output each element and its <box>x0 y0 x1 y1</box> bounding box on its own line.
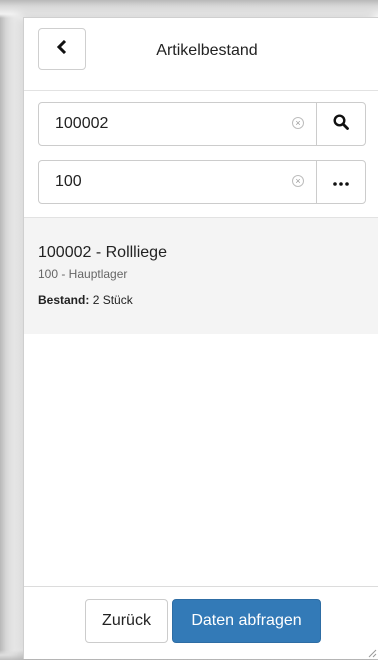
article-search-button[interactable] <box>316 103 365 145</box>
stock-value: 2 Stück <box>92 293 133 307</box>
warehouse-input[interactable] <box>39 161 285 203</box>
stock-label: Bestand: <box>38 293 90 307</box>
daten-abfragen-button[interactable]: Daten abfragen <box>172 599 321 643</box>
clear-icon[interactable]: × <box>292 117 304 129</box>
result-stock: Bestand: 2 Stück <box>38 293 133 307</box>
list-item[interactable]: 100002 - Rollliege 100 - Hauptlager Best… <box>24 218 378 334</box>
resize-grip-icon[interactable] <box>365 646 377 658</box>
app-panel: Artikelbestand × × <box>23 17 378 659</box>
ellipsis-icon <box>333 173 349 191</box>
search-icon <box>333 113 349 135</box>
footer: Zurück Daten abfragen <box>24 586 378 659</box>
chevron-left-icon <box>56 39 68 59</box>
article-search-group: × <box>38 102 366 146</box>
result-warehouse: 100 - Hauptlager <box>38 267 128 281</box>
warehouse-search-group: × <box>38 160 366 204</box>
back-button[interactable] <box>38 28 86 70</box>
warehouse-more-button[interactable] <box>316 161 365 203</box>
header: Artikelbestand <box>24 18 378 91</box>
page-title: Artikelbestand <box>156 42 258 59</box>
clear-icon[interactable]: × <box>292 175 304 187</box>
article-field-wrap: × <box>39 103 316 145</box>
zurueck-button[interactable]: Zurück <box>85 599 168 643</box>
article-number-input[interactable] <box>39 103 285 145</box>
warehouse-field-wrap: × <box>39 161 316 203</box>
window-frame-top <box>0 0 378 18</box>
result-title: 100002 - Rollliege <box>38 244 167 261</box>
